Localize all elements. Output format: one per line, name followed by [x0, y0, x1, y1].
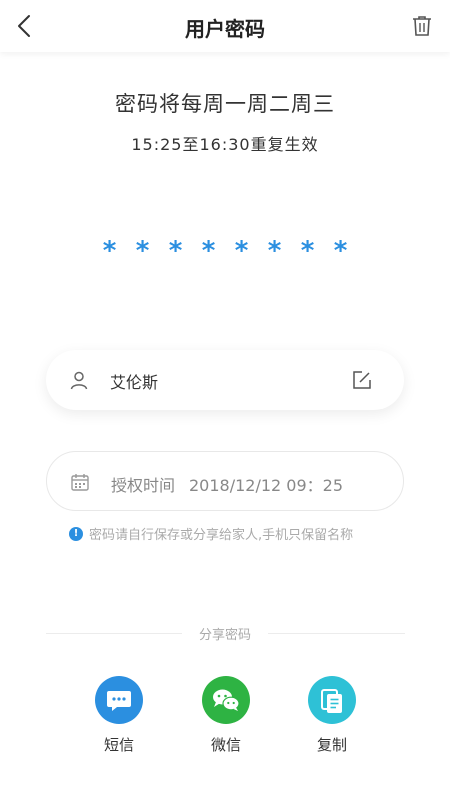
notice: ! 密码请自行保存或分享给家人,手机只保留名称	[69, 524, 353, 543]
page-title: 用户密码	[185, 17, 265, 41]
password-char: *	[333, 236, 348, 266]
edit-icon[interactable]	[352, 370, 372, 390]
password-char: *	[267, 236, 282, 266]
divider-right	[268, 633, 405, 634]
share-section-title: 分享密码	[198, 628, 251, 643]
password-char: *	[168, 236, 183, 266]
schedule-time: 15:25至16:30重复生效	[131, 135, 319, 154]
share-sms-button[interactable]: 短信	[79, 676, 159, 755]
password-char: *	[234, 236, 249, 266]
share-wechat-label: 微信	[210, 736, 241, 754]
trash-icon	[413, 16, 431, 36]
user-icon	[70, 371, 88, 390]
authorization-value: 2018/12/12 09：25	[189, 476, 344, 495]
authorization-label: 授权时间	[111, 476, 176, 495]
share-copy-label: 复制	[316, 736, 347, 754]
divider-left	[46, 633, 182, 634]
notice-text: 密码请自行保存或分享给家人,手机只保留名称	[89, 528, 354, 543]
user-name: 艾伦斯	[110, 373, 159, 392]
sms-icon	[95, 676, 143, 724]
wechat-icon	[202, 676, 250, 724]
top-bar: 用户密码	[0, 0, 450, 52]
calendar-icon	[71, 474, 89, 491]
delete-button[interactable]	[410, 14, 434, 38]
info-icon: !	[69, 526, 83, 541]
copy-icon	[308, 676, 356, 724]
share-copy-button[interactable]: 复制	[292, 676, 372, 755]
share-sms-label: 短信	[103, 736, 134, 754]
user-name-card: 艾伦斯	[46, 350, 404, 410]
password-char: *	[201, 236, 216, 266]
authorization-time-card: 授权时间 2018/12/12 09：25	[46, 451, 404, 511]
password-mask: * * * * * * * *	[0, 236, 450, 266]
password-char: *	[300, 236, 315, 266]
schedule-days: 密码将每周一周二周三	[115, 92, 335, 116]
password-char: *	[135, 236, 150, 266]
password-char: *	[102, 236, 117, 266]
share-wechat-button[interactable]: 微信	[186, 676, 266, 755]
